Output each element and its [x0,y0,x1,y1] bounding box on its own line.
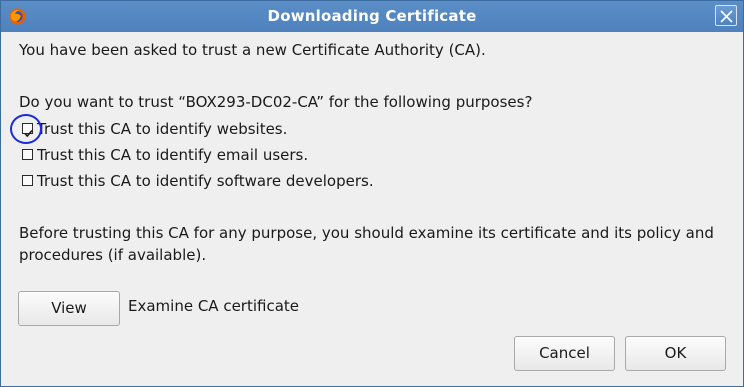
checkbox-label: Trust this CA to identify websites. [37,120,288,138]
certificate-dialog: Downloading Certificate You have been as… [0,0,744,387]
highlight-circle [10,114,42,144]
checkbox-box[interactable] [22,175,33,186]
intro-text: You have been asked to trust a new Certi… [19,41,486,59]
checkbox-label: Trust this CA to identify email users. [37,146,309,164]
trust-question: Do you want to trust “BOX293-DC02-CA” fo… [19,93,533,111]
window-title: Downloading Certificate [267,7,477,25]
view-button[interactable]: View [18,291,120,326]
view-description: Examine CA certificate [128,297,300,315]
cancel-button[interactable]: Cancel [514,336,615,371]
ok-button[interactable]: OK [625,336,726,371]
checkbox-label: Trust this CA to identify software devel… [37,172,374,190]
close-icon [720,10,733,23]
title-bar[interactable]: Downloading Certificate [1,1,743,32]
info-text: Before trusting this CA for any purpose,… [19,224,714,264]
checkbox-box[interactable] [22,149,33,160]
close-button[interactable] [715,5,737,26]
